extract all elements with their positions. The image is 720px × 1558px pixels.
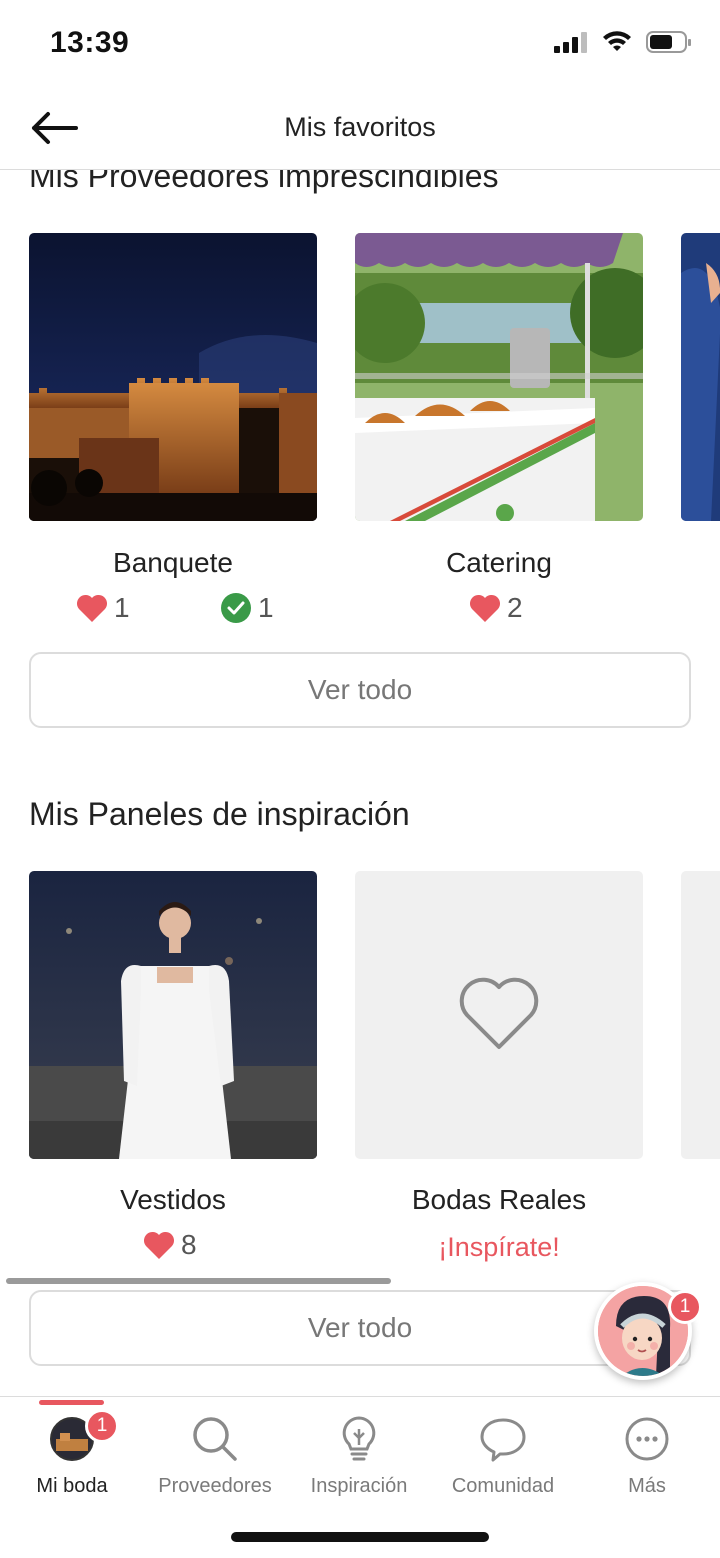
nav-item-comunidad[interactable]: Comunidad — [431, 1397, 575, 1507]
nav-label-mas: Más — [628, 1475, 666, 1497]
nav-mi-boda-badge: 1 — [85, 1409, 119, 1443]
boards-see-all-button[interactable]: Ver todo — [29, 1290, 691, 1366]
boards-carousel[interactable] — [0, 871, 720, 1161]
vestidos-likes: 8 — [143, 1229, 197, 1261]
vestidos-likes-count: 8 — [181, 1229, 197, 1260]
catering-likes-count: 2 — [507, 592, 523, 623]
heart-icon — [76, 594, 108, 622]
nav-item-inspiracion[interactable]: Inspiración — [287, 1397, 431, 1507]
nav-item-proveedores[interactable]: Proveedores — [143, 1397, 287, 1507]
board-card-vestidos-label: Vestidos — [120, 1184, 226, 1215]
banquete-booked-count: 1 — [258, 592, 274, 623]
board-card-bodas-reales-image[interactable] — [355, 871, 643, 1159]
nav-label-proveedores: Proveedores — [158, 1475, 272, 1497]
lightbulb-icon — [335, 1415, 383, 1463]
bodas-reales-inspirate-link[interactable]: ¡Inspírate! — [355, 1232, 643, 1263]
boards-section-title: Mis Paneles de inspiración — [29, 796, 410, 832]
providers-section-title: Mis Proveedores imprescindibles — [29, 170, 499, 194]
banquete-likes-count: 1 — [114, 592, 130, 623]
more-dots-icon — [623, 1415, 671, 1463]
check-circle-icon — [221, 593, 251, 623]
heart-outline-icon — [459, 977, 539, 1049]
heart-icon — [469, 594, 501, 622]
top-header: Mis favoritos — [0, 88, 720, 170]
nav-item-mi-boda[interactable]: Mi boda — [0, 1397, 144, 1507]
favorites-content[interactable]: Mis Proveedores imprescindibles Banquete… — [0, 170, 720, 1396]
banquete-likes: 1 — [76, 592, 130, 624]
assistant-badge: 1 — [668, 1290, 702, 1324]
provider-card-peek[interactable] — [681, 233, 720, 521]
search-icon — [191, 1415, 239, 1463]
status-time: 13:39 — [50, 26, 130, 59]
status-bar: 13:39 — [0, 0, 720, 88]
board-card-vestidos-image[interactable] — [29, 871, 317, 1159]
provider-card-catering-label: Catering — [446, 547, 552, 578]
nav-label-inspiracion: Inspiración — [310, 1475, 408, 1497]
horizontal-scrollbar[interactable] — [6, 1278, 391, 1284]
heart-icon — [143, 1231, 175, 1259]
page-title: Mis favoritos — [284, 112, 436, 142]
battery-icon — [646, 31, 691, 53]
board-card-peek[interactable] — [681, 871, 720, 1159]
providers-carousel[interactable] — [0, 233, 720, 523]
catering-likes: 2 — [469, 592, 523, 624]
wifi-icon — [603, 31, 631, 51]
board-card-bodas-reales-label: Bodas Reales — [411, 1184, 587, 1215]
provider-card-catering-image[interactable] — [355, 233, 643, 521]
banquete-booked: 1 — [220, 592, 274, 624]
nav-label-mi-boda: Mi boda — [36, 1475, 108, 1497]
nav-label-comunidad: Comunidad — [451, 1475, 555, 1497]
provider-card-banquete-label: Banquete — [113, 547, 233, 578]
signal-icon — [554, 32, 587, 53]
home-indicator[interactable] — [231, 1532, 489, 1542]
provider-card-banquete-image[interactable] — [29, 233, 317, 521]
chat-bubble-icon — [479, 1415, 527, 1463]
nav-item-mas[interactable]: Más — [575, 1397, 719, 1507]
status-icons — [554, 30, 692, 54]
providers-see-all-button[interactable]: Ver todo — [29, 652, 691, 728]
